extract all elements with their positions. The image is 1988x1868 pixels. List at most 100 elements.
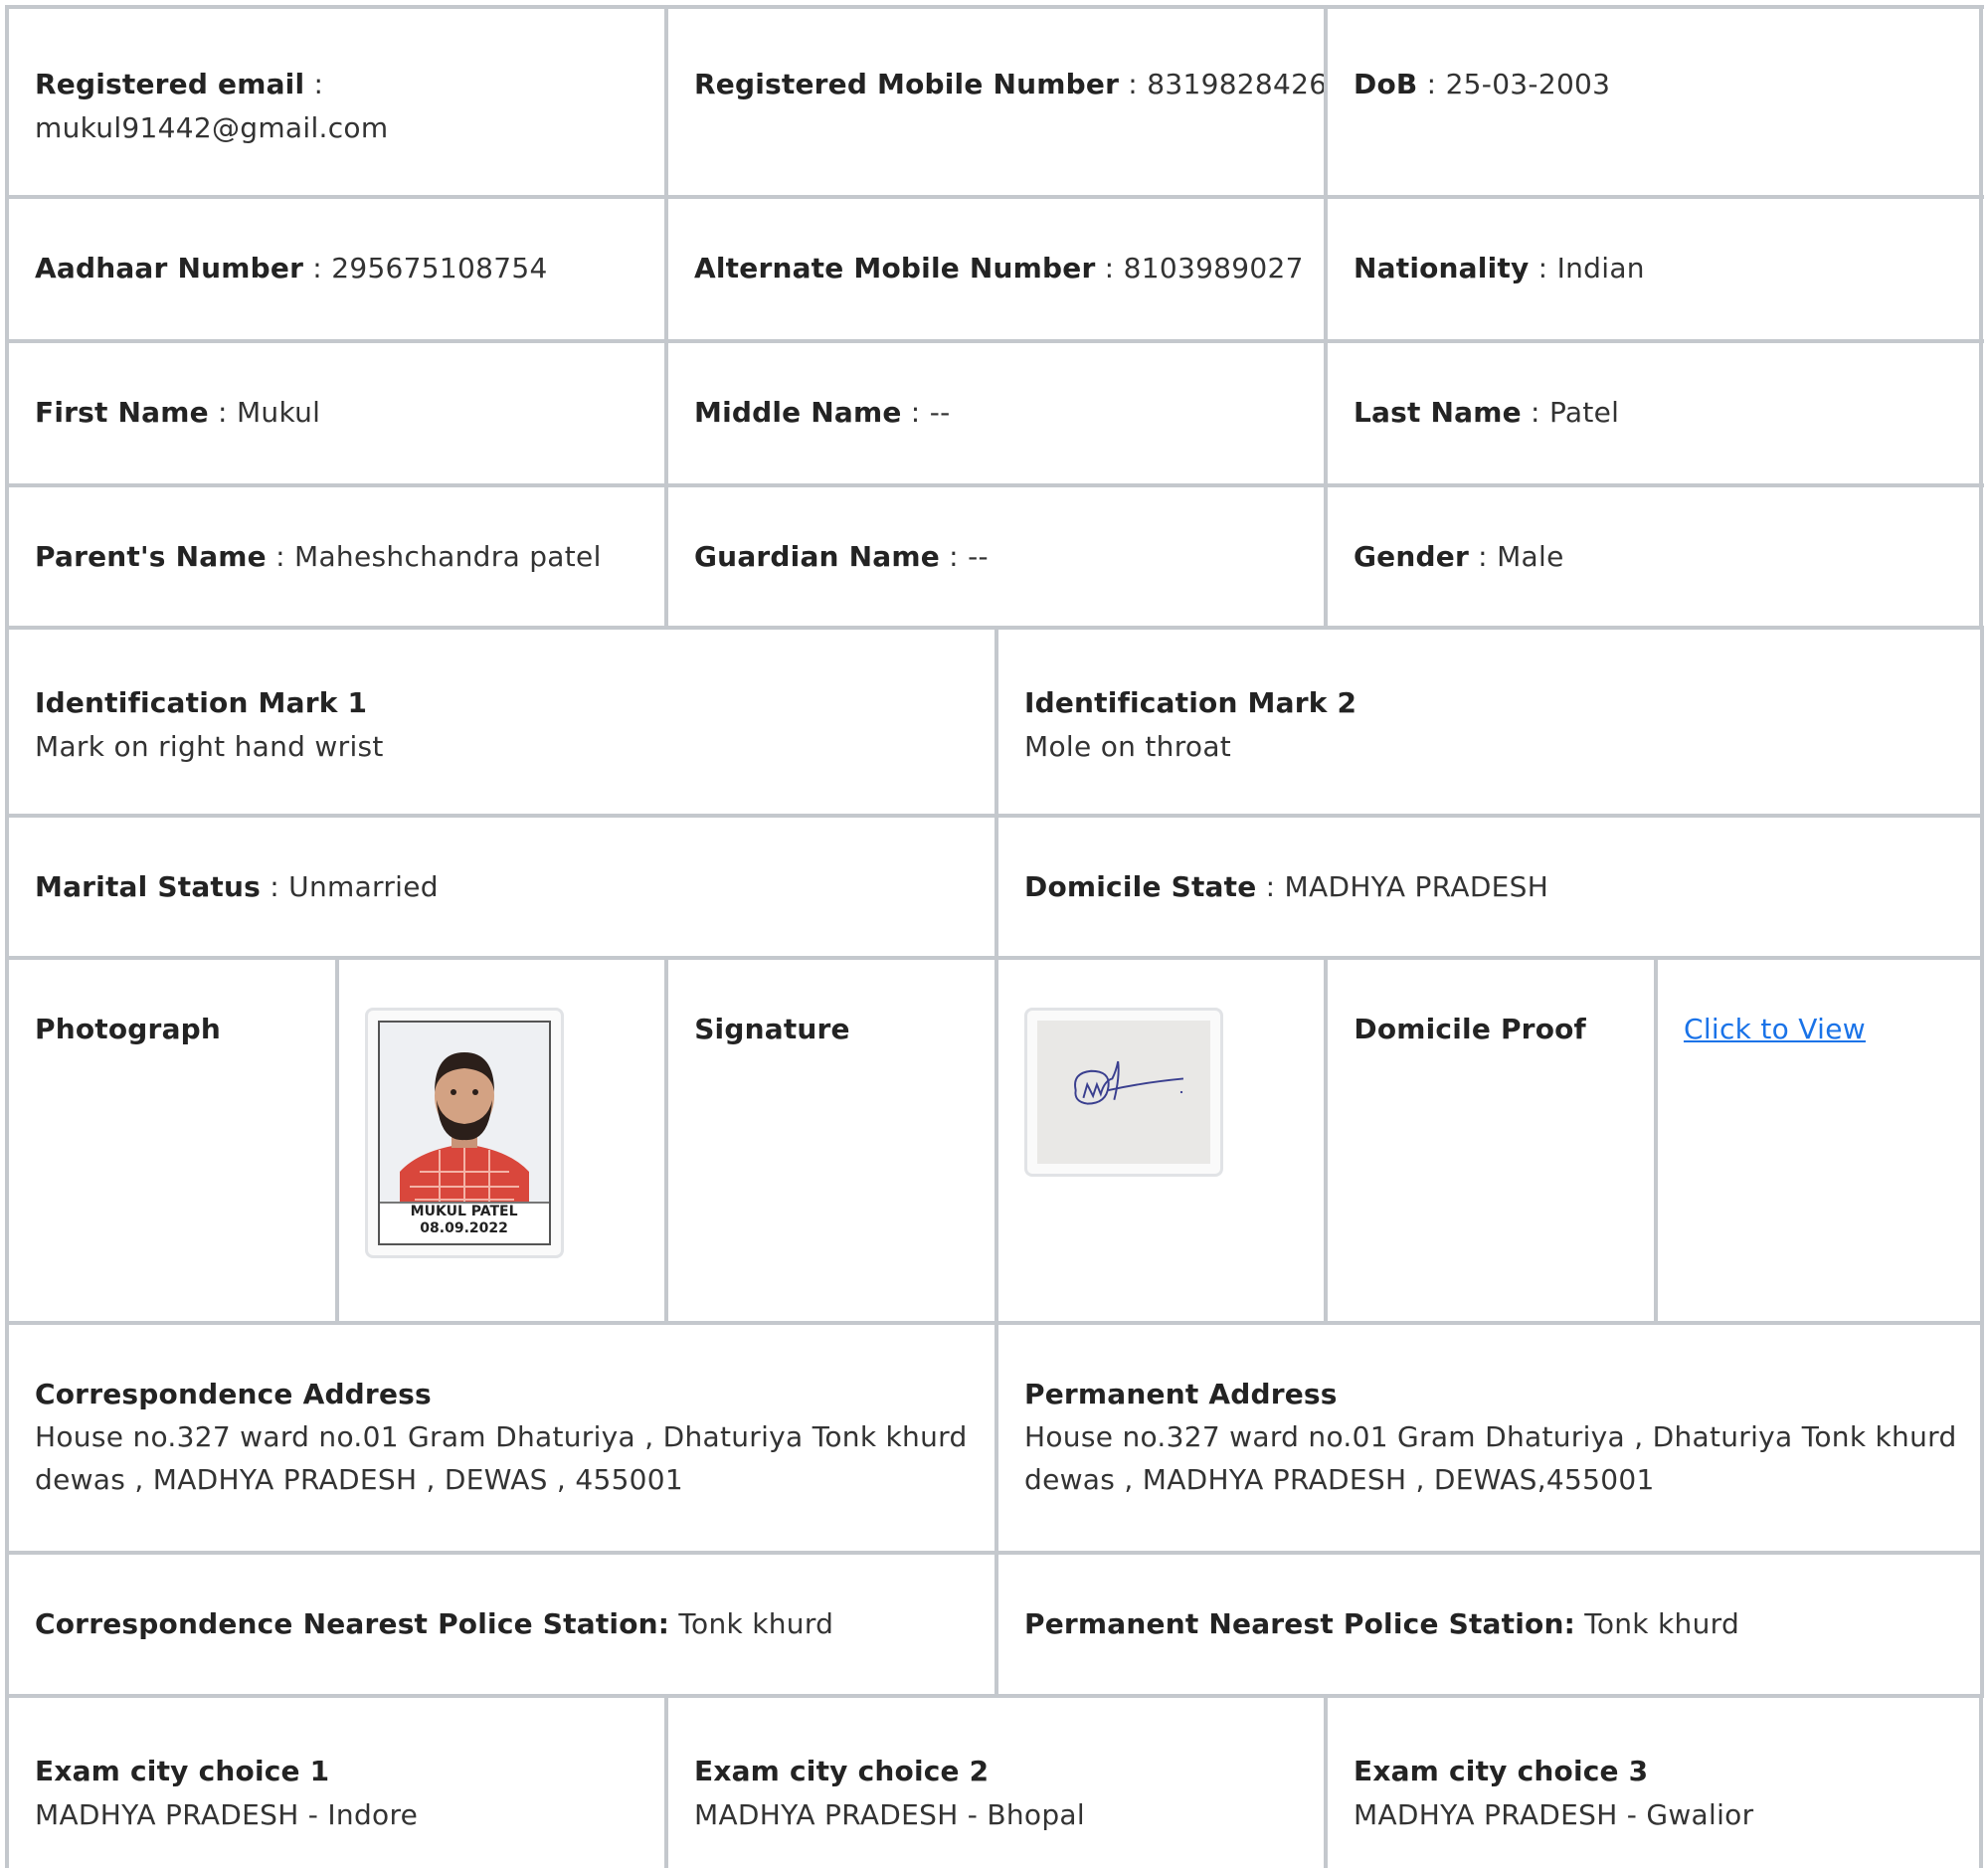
cell-correspondence-address: Correspondence Address House no.327 ward… [5,1325,994,1551]
marital-status-value: Unmarried [288,870,439,903]
cell-parent-name: Parent's Name : Maheshchandra patel [5,487,664,626]
row-identification-marks: Identification Mark 1 Mark on right hand… [5,626,1984,814]
domicile-proof-label: Domicile Proof [1354,1013,1586,1045]
nationality-value: Indian [1556,252,1645,284]
guardian-name-label: Guardian Name [694,540,940,573]
cell-exam-city-3: Exam city choice 3 MADHYA PRADESH - Gwal… [1324,1698,1983,1868]
first-name-value: Mukul [236,396,321,429]
cell-nationality: Nationality : Indian [1324,199,1983,339]
gender-label: Gender [1354,540,1469,573]
gender-value: Male [1497,540,1564,573]
correspondence-address-label: Correspondence Address [35,1378,432,1410]
correspondence-police-station-value: Tonk khurd [678,1607,834,1640]
parent-name-label: Parent's Name [35,540,267,573]
identification-mark-2-label: Identification Mark 2 [1024,686,1357,719]
cell-alternate-mobile: Alternate Mobile Number : 8103989027 [664,199,1324,339]
registered-email-label: Registered email [35,68,305,100]
person-photo-icon [379,1023,549,1208]
cell-registered-email: Registered email : mukul91442@gmail.com [5,9,664,195]
parent-name-value: Maheshchandra patel [294,540,602,573]
permanent-address-line2: dewas , MADHYA PRADESH , DEWAS,455001 [1024,1463,1655,1496]
signature-image [1036,1021,1210,1164]
cell-photograph-image: MUKUL PATEL 08.09.2022 [334,960,665,1321]
row-family: Parent's Name : Maheshchandra patel Guar… [5,483,1984,626]
permanent-address-line1: House no.327 ward no.01 Gram Dhaturiya ,… [1024,1420,1957,1453]
cell-dob: DoB : 25-03-2003 [1324,9,1983,195]
cell-gender: Gender : Male [1324,487,1983,626]
identification-mark-1-label: Identification Mark 1 [35,686,368,719]
photograph-caption-date: 08.09.2022 [420,1220,508,1236]
correspondence-address-line2: dewas , MADHYA PRADESH , DEWAS , 455001 [35,1463,684,1496]
exam-city-1-label: Exam city choice 1 [35,1755,330,1787]
cell-signature-image [994,960,1325,1321]
identification-mark-1-value: Mark on right hand wrist [35,730,384,763]
registered-email-value: mukul91442@gmail.com [35,111,389,144]
middle-name-label: Middle Name [694,396,902,429]
cell-exam-city-1: Exam city choice 1 MADHYA PRADESH - Indo… [5,1698,664,1868]
registered-mobile-label: Registered Mobile Number [694,68,1120,100]
photograph-caption-name: MUKUL PATEL [410,1204,518,1219]
exam-city-1-value: MADHYA PRADESH - Indore [35,1798,419,1831]
photograph-image: MUKUL PATEL 08.09.2022 [377,1021,551,1245]
last-name-label: Last Name [1354,396,1522,429]
row-exam-cities: Exam city choice 1 MADHYA PRADESH - Indo… [5,1694,1984,1868]
cell-first-name: First Name : Mukul [5,343,664,483]
cell-last-name: Last Name : Patel [1324,343,1983,483]
permanent-address-label: Permanent Address [1024,1378,1338,1410]
middle-name-value: -- [929,396,951,429]
row-names: First Name : Mukul Middle Name : -- Last… [5,339,1984,483]
cell-domicile-state: Domicile State : MADHYA PRADESH [994,818,1984,956]
alternate-mobile-label: Alternate Mobile Number [694,252,1096,284]
last-name-value: Patel [1548,396,1620,429]
exam-city-3-value: MADHYA PRADESH - Gwalior [1354,1798,1754,1831]
nationality-label: Nationality [1354,252,1530,284]
cell-guardian-name: Guardian Name : -- [664,487,1324,626]
row-ids: Aadhaar Number : 295675108754 Alternate … [5,195,1984,339]
cell-permanent-police-station: Permanent Nearest Police Station: Tonk k… [994,1555,1984,1694]
domicile-state-value: MADHYA PRADESH [1284,870,1549,903]
permanent-police-station-value: Tonk khurd [1584,1607,1740,1640]
cell-correspondence-police-station: Correspondence Nearest Police Station: T… [5,1555,994,1694]
exam-city-3-label: Exam city choice 3 [1354,1755,1649,1787]
cell-permanent-address: Permanent Address House no.327 ward no.0… [994,1325,1984,1551]
cell-registered-mobile: Registered Mobile Number : 8319828426 [664,9,1324,195]
cell-domicile-proof-link: Click to View [1653,960,1984,1321]
row-status: Marital Status : Unmarried Domicile Stat… [5,814,1984,956]
signature-thumbnail[interactable] [1023,1008,1223,1177]
photograph-label: Photograph [35,1013,222,1045]
cell-identification-mark-2: Identification Mark 2 Mole on throat [994,630,1984,814]
alternate-mobile-value: 8103989027 [1123,252,1304,284]
cell-photograph-label: Photograph [5,960,335,1321]
row-addresses: Correspondence Address House no.327 ward… [5,1321,1984,1551]
cell-exam-city-2: Exam city choice 2 MADHYA PRADESH - Bhop… [664,1698,1324,1868]
correspondence-address-line1: House no.327 ward no.01 Gram Dhaturiya ,… [35,1420,968,1453]
permanent-police-station-label: Permanent Nearest Police Station: [1024,1607,1575,1640]
cell-signature-label: Signature [664,960,994,1321]
row-documents: Photograph MUKUL PATEL 08.09.2022 Signat… [5,956,1984,1321]
domicile-proof-view-link[interactable]: Click to View [1684,1013,1866,1045]
dob-value: 25-03-2003 [1445,68,1611,100]
domicile-state-label: Domicile State [1024,870,1257,903]
cell-aadhaar: Aadhaar Number : 295675108754 [5,199,664,339]
row-police-stations: Correspondence Nearest Police Station: T… [5,1551,1984,1694]
cell-domicile-proof-label: Domicile Proof [1324,960,1654,1321]
cell-middle-name: Middle Name : -- [664,343,1324,483]
identification-mark-2-value: Mole on throat [1024,730,1232,763]
aadhaar-label: Aadhaar Number [35,252,304,284]
signature-scribble-icon [1073,1060,1183,1105]
correspondence-police-station-label: Correspondence Nearest Police Station: [35,1607,670,1640]
cell-marital-status: Marital Status : Unmarried [5,818,994,956]
row-contact: Registered email : mukul91442@gmail.com … [5,5,1984,195]
cell-identification-mark-1: Identification Mark 1 Mark on right hand… [5,630,994,814]
aadhaar-value: 295675108754 [331,252,548,284]
application-details-table: Registered email : mukul91442@gmail.com … [0,0,1988,1868]
signature-label: Signature [694,1013,850,1045]
first-name-label: First Name [35,396,209,429]
exam-city-2-label: Exam city choice 2 [694,1755,990,1787]
exam-city-2-value: MADHYA PRADESH - Bhopal [694,1798,1085,1831]
registered-mobile-value: 8319828426 [1147,68,1324,100]
photograph-thumbnail[interactable]: MUKUL PATEL 08.09.2022 [364,1008,564,1258]
marital-status-label: Marital Status [35,870,262,903]
photograph-caption: MUKUL PATEL 08.09.2022 [379,1202,549,1243]
guardian-name-value: -- [968,540,989,573]
